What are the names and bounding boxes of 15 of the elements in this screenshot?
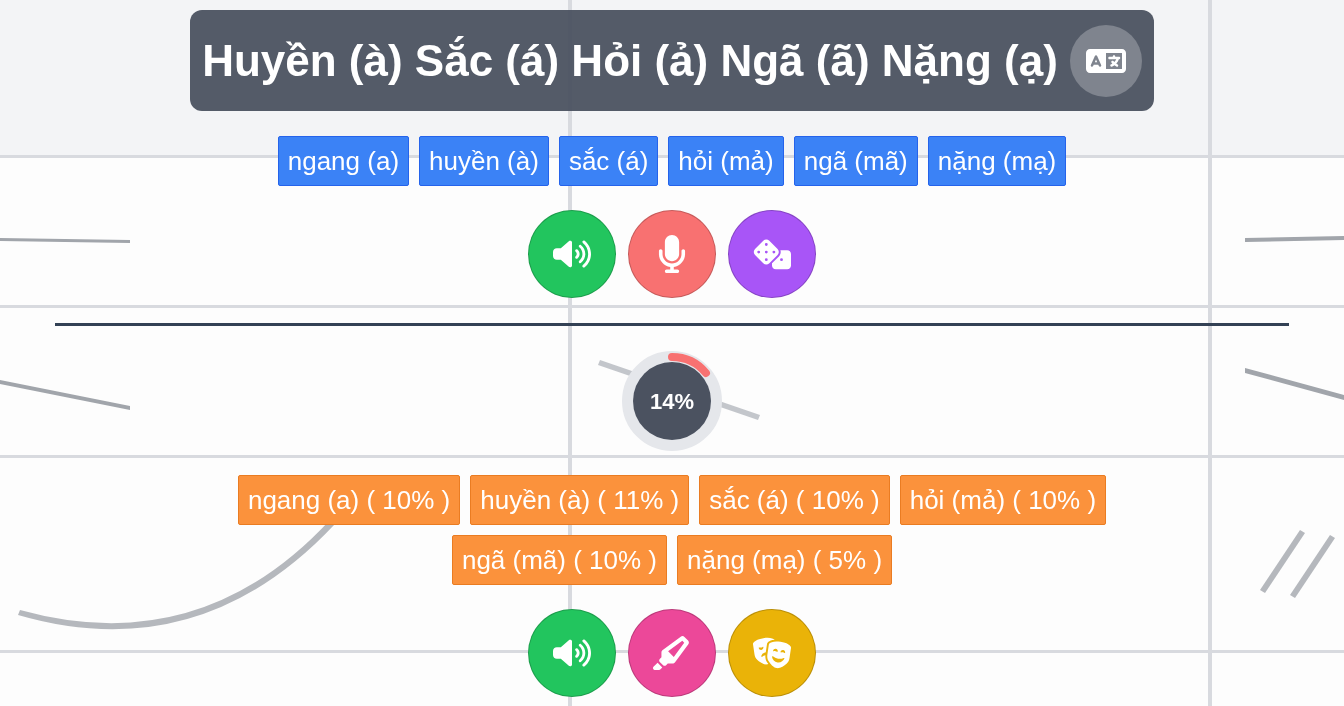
result-chip: ngã (mã) ( 10% ) (451, 535, 667, 585)
tone-chip[interactable]: sắc (á) (558, 136, 659, 186)
progress-reading: 14% (648, 387, 695, 416)
tone-chip[interactable]: hỏi (mả) (668, 136, 784, 186)
tone-chip[interactable]: ngang (a) (277, 136, 410, 186)
highlighter-icon (653, 634, 691, 672)
result-chip: ngang (a) ( 10% ) (237, 475, 461, 525)
title: Huyền (à) Sắc (á) Hỏi (ả) Ngã (ã) Nặng (ạ) (202, 34, 1058, 87)
result-chip: huyền (à) ( 11% ) (470, 475, 690, 525)
tone-chip[interactable]: nặng (mạ) (927, 136, 1067, 186)
tone-chip[interactable]: huyền (à) (419, 136, 549, 186)
result-chip: hỏi (mả) ( 10% ) (899, 475, 1107, 525)
result-chip: sắc (á) ( 10% ) (699, 475, 890, 525)
result-chip: nặng (mạ) ( 5% ) (677, 535, 893, 585)
tone-chip[interactable]: ngã (mã) (793, 136, 918, 186)
